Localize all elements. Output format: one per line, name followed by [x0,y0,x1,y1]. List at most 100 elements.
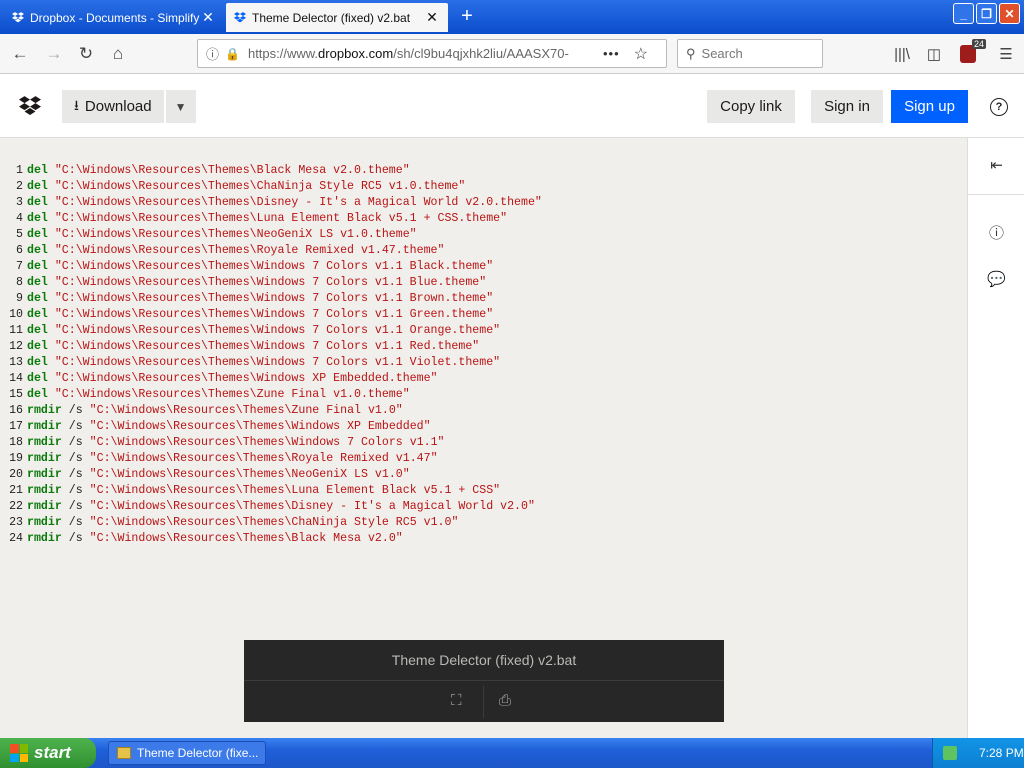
taskbar-item-firefox[interactable]: Theme Delector (fixe... [108,741,266,765]
search-input[interactable]: ⚲ Search [677,39,823,68]
command-flag: /s [68,452,83,465]
start-label: start [34,743,71,762]
download-options-button[interactable]: ▼ [165,90,196,123]
line-number: 3 [16,196,23,209]
path-string: "C:\Windows\Resources\Themes\NeoGeniX LS… [54,228,417,241]
preview-filename: Theme Delector (fixed) v2.bat [244,640,724,681]
line-number: 9 [16,292,23,305]
preview-actions: ⛶ ⎙ [244,682,724,722]
help-icon[interactable]: ? [990,98,1008,116]
line-number: 8 [16,276,23,289]
line-number: 1 [16,164,23,177]
code-line: 7 del "C:\Windows\Resources\Themes\Window… [0,259,967,275]
info-icon[interactable]: ⓘ [968,222,1024,243]
line-number: 20 [9,468,23,481]
path-string: "C:\Windows\Resources\Themes\Disney - It… [89,500,535,513]
download-group: ⭳ Download ▼ [62,90,196,123]
code-line: 14 del "C:\Windows\Resources\Themes\Windo… [0,371,967,387]
line-number: 2 [16,180,23,193]
command-keyword: del [27,180,48,193]
library-icon[interactable]: |||\ [890,42,914,66]
command-keyword: del [27,388,48,401]
code-line: 20 rmdir /s "C:\Windows\Resources\Themes\… [0,467,967,483]
code-line: 22 rmdir /s "C:\Windows\Resources\Themes\… [0,499,967,515]
command-keyword: del [27,244,48,257]
command-keyword: rmdir [27,452,62,465]
close-window-icon[interactable]: ✕ [999,3,1020,24]
restore-icon[interactable]: ❐ [976,3,997,24]
code-line: 5 del "C:\Windows\Resources\Themes\NeoGen… [0,227,967,243]
taskbar-item-label: Theme Delector (fixe... [137,746,259,760]
tab-theme-delector[interactable]: Theme Delector (fixed) v2.bat ✕ [226,3,448,32]
path-string: "C:\Windows\Resources\Themes\ChaNinja St… [89,516,459,529]
line-number: 13 [9,356,23,369]
command-keyword: del [27,324,48,337]
tab-dropbox-documents[interactable]: Dropbox - Documents - Simplify yo ✕ [4,3,224,32]
path-string: "C:\Windows\Resources\Themes\Black Mesa … [54,164,410,177]
path-string: "C:\Windows\Resources\Themes\Windows 7 C… [54,356,501,369]
sign-in-button[interactable]: Sign in [811,90,883,123]
command-flag: /s [68,484,83,497]
fullscreen-icon[interactable]: ⛶ [451,692,462,709]
collapse-panel-icon[interactable]: ⇤ [968,156,1024,174]
command-keyword: rmdir [27,436,62,449]
command-keyword: del [27,308,48,321]
line-number: 21 [9,484,23,497]
command-keyword: del [27,196,48,209]
sidebar-icon[interactable]: ◫ [922,42,946,66]
search-placeholder: Search [701,46,743,61]
command-flag: /s [68,404,83,417]
download-button[interactable]: ⭳ Download [62,90,164,123]
sign-up-button[interactable]: Sign up [891,90,968,123]
code-line: 15 del "C:\Windows\Resources\Themes\Zune … [0,387,967,403]
tab-bar: Dropbox - Documents - Simplify yo ✕ Them… [0,0,1024,34]
line-number: 14 [9,372,23,385]
chevron-down-icon: ▼ [174,99,187,114]
back-icon[interactable]: ← [8,42,32,66]
code-line: 21 rmdir /s "C:\Windows\Resources\Themes\… [0,483,967,499]
line-number: 16 [9,404,23,417]
ublock-count: 24 [971,39,986,49]
code-line: 2 del "C:\Windows\Resources\Themes\ChaNin… [0,179,967,195]
copy-link-button[interactable]: Copy link [707,90,795,123]
command-flag: /s [68,420,83,433]
bookmark-star-icon[interactable]: ☆ [634,44,648,64]
line-number: 23 [9,516,23,529]
firefox-icon [117,747,131,759]
path-string: "C:\Windows\Resources\Themes\Luna Elemen… [89,484,501,497]
forward-icon[interactable]: → [42,42,66,66]
new-tab-icon[interactable]: + [456,5,478,28]
close-tab-icon[interactable]: ✕ [424,9,440,26]
path-string: "C:\Windows\Resources\Themes\Disney - It… [54,196,542,209]
windows-flag-icon [10,744,28,762]
path-string: "C:\Windows\Resources\Themes\Windows 7 C… [54,340,480,353]
reload-icon[interactable]: ↻ [74,42,98,66]
command-flag: /s [68,468,83,481]
command-keyword: del [27,356,48,369]
dropbox-logo-icon[interactable] [19,96,41,116]
dropbox-icon [234,12,246,23]
menu-icon[interactable]: ☰ [994,42,1018,66]
page-actions-icon[interactable]: ••• [603,46,620,61]
code-line: 11 del "C:\Windows\Resources\Themes\Windo… [0,323,967,339]
print-icon[interactable]: ⎙ [499,692,511,709]
code-line: 16 rmdir /s "C:\Windows\Resources\Themes\… [0,403,967,419]
code-line: 19 rmdir /s "C:\Windows\Resources\Themes\… [0,451,967,467]
comment-icon[interactable]: 💬 [968,270,1024,288]
tray-network-icon[interactable] [943,746,957,760]
minimize-icon[interactable]: _ [953,3,974,24]
ublock-extension[interactable]: 24 [956,39,986,66]
ublock-icon: 24 [960,39,986,63]
command-keyword: rmdir [27,500,62,513]
close-tab-icon[interactable]: ✕ [200,9,216,26]
command-keyword: rmdir [27,468,62,481]
info-icon[interactable]: ⓘ [206,44,219,63]
line-number: 6 [16,244,23,257]
home-icon[interactable]: ⌂ [106,42,130,66]
start-button[interactable]: start [0,738,96,768]
command-keyword: del [27,228,48,241]
navigation-bar: ← → ↻ ⌂ ⓘ 🔒 https://www.dropbox.com/sh/c… [0,34,1024,74]
url-bar[interactable]: ⓘ 🔒 https://www.dropbox.com/sh/cl9bu4qjx… [197,39,667,68]
code-line: 23 rmdir /s "C:\Windows\Resources\Themes\… [0,515,967,531]
code-line: 3 del "C:\Windows\Resources\Themes\Disney… [0,195,967,211]
